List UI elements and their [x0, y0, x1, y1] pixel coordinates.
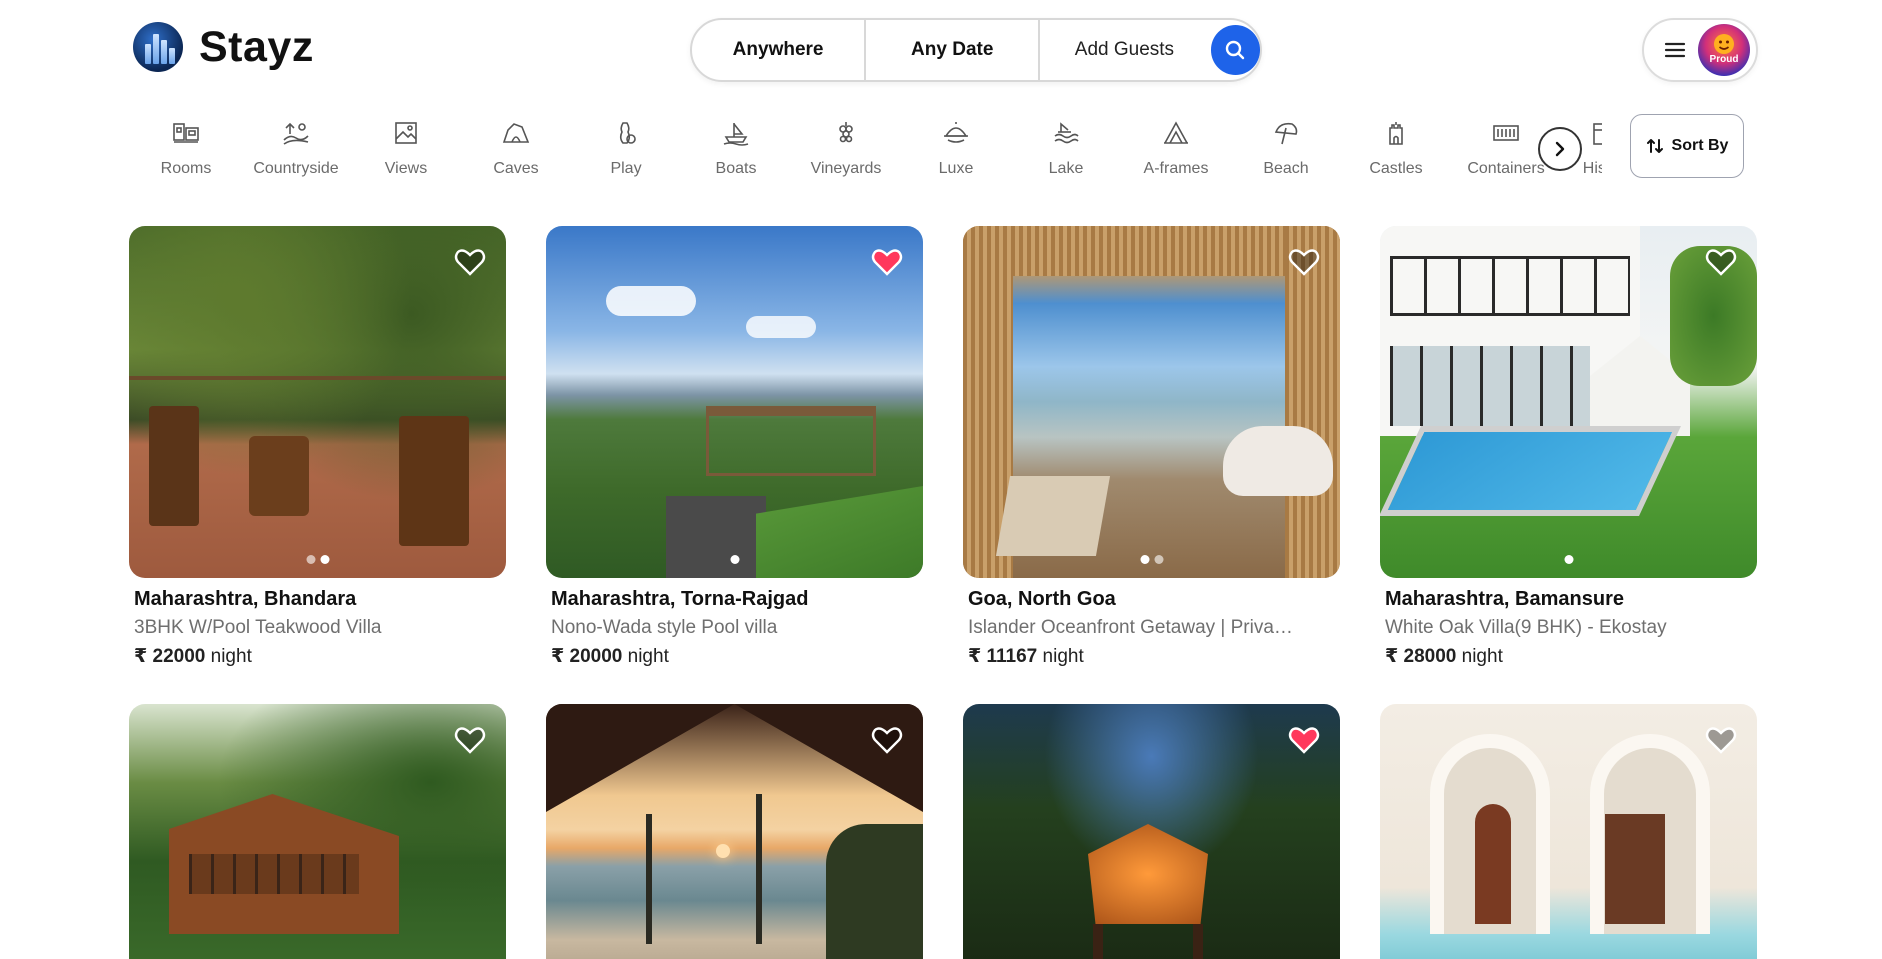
chevron-right-icon — [1555, 141, 1565, 157]
favorite-heart-icon[interactable] — [871, 724, 903, 756]
photo-carousel-dots — [1140, 555, 1163, 564]
listing-photo[interactable] — [963, 226, 1340, 578]
category-bar: Rooms Countryside Views Caves Play Boats… — [132, 118, 1602, 188]
boats-icon — [721, 118, 751, 148]
listing-price: ₹ 11167 night — [968, 646, 1084, 667]
photo-carousel-dots — [1564, 555, 1573, 564]
category-play[interactable]: Play — [572, 118, 680, 178]
top-header: Stayz Anywhere Any Date Add Guests Proud — [0, 0, 1882, 100]
listing-price: ₹ 22000 night — [134, 646, 252, 667]
listing-card[interactable]: Goa, North Goa Islander Oceanfront Getaw… — [963, 226, 1340, 668]
views-icon — [391, 118, 421, 148]
category-a-frames[interactable]: A-frames — [1122, 118, 1230, 178]
a-frames-icon — [1161, 118, 1191, 148]
category-countryside[interactable]: Countryside — [242, 118, 350, 178]
listing-photo[interactable] — [963, 704, 1340, 959]
beach-umbrella-icon — [1271, 118, 1301, 148]
guests-filter[interactable]: Add Guests — [1040, 20, 1208, 80]
countryside-icon — [281, 118, 311, 148]
date-filter[interactable]: Any Date — [866, 20, 1041, 80]
listing-price: ₹ 20000 night — [551, 646, 669, 667]
rooms-icon — [171, 118, 201, 148]
listing-subtitle: 3BHK W/Pool Teakwood Villa — [134, 617, 382, 638]
favorite-heart-icon[interactable] — [1288, 246, 1320, 278]
category-luxe[interactable]: Luxe — [902, 118, 1010, 178]
listing-card[interactable]: Maharashtra, Torna-Rajgad Nono-Wada styl… — [546, 226, 923, 668]
listing-photo[interactable] — [1380, 226, 1757, 578]
sort-by-label: Sort By — [1671, 137, 1729, 154]
listing-card[interactable] — [129, 704, 506, 959]
sort-by-button[interactable]: Sort By — [1630, 114, 1744, 178]
listing-subtitle: Nono-Wada style Pool villa — [551, 617, 778, 638]
historic-icon — [1586, 118, 1602, 148]
sort-arrows-icon — [1646, 139, 1663, 153]
listing-photo[interactable] — [1380, 704, 1757, 959]
favorite-heart-icon[interactable] — [454, 246, 486, 278]
listing-subtitle: White Oak Villa(9 BHK) - Ekostay — [1385, 617, 1667, 638]
brand-name: Stayz — [199, 22, 314, 71]
listing-card[interactable] — [546, 704, 923, 959]
favorite-heart-icon[interactable] — [454, 724, 486, 756]
listing-title: Goa, North Goa — [968, 588, 1116, 610]
search-bar: Anywhere Any Date Add Guests — [690, 18, 1262, 82]
listing-title: Maharashtra, Bhandara — [134, 588, 357, 610]
listing-title: Maharashtra, Bamansure — [1385, 588, 1624, 610]
caves-icon — [501, 118, 531, 148]
listing-photo[interactable] — [129, 226, 506, 578]
category-caves[interactable]: Caves — [462, 118, 570, 178]
category-views[interactable]: Views — [352, 118, 460, 178]
play-icon — [611, 118, 641, 148]
vineyards-icon — [831, 118, 861, 148]
avatar-face-icon — [1714, 34, 1734, 54]
brand-logo[interactable]: Stayz — [133, 22, 314, 72]
search-button[interactable] — [1210, 25, 1260, 75]
user-menu-button[interactable]: Proud — [1642, 18, 1758, 82]
favorite-heart-icon[interactable] — [1705, 724, 1737, 756]
lake-icon — [1051, 118, 1081, 148]
location-filter[interactable]: Anywhere — [692, 20, 867, 80]
category-boats[interactable]: Boats — [682, 118, 790, 178]
category-scroll-next-button[interactable] — [1538, 127, 1582, 171]
category-lake[interactable]: Lake — [1012, 118, 1120, 178]
luxe-icon — [941, 118, 971, 148]
listing-title: Maharashtra, Torna-Rajgad — [551, 588, 809, 610]
category-castles[interactable]: Castles — [1342, 118, 1450, 178]
containers-icon — [1491, 118, 1521, 148]
castles-icon — [1381, 118, 1411, 148]
favorite-heart-icon[interactable] — [871, 246, 903, 278]
search-icon — [1226, 40, 1245, 60]
listing-price: ₹ 28000 night — [1385, 646, 1503, 667]
listing-photo[interactable] — [129, 704, 506, 959]
photo-carousel-dots — [306, 555, 329, 564]
favorite-heart-icon[interactable] — [1705, 246, 1737, 278]
avatar-label: Proud — [1709, 54, 1739, 65]
category-beach[interactable]: Beach — [1232, 118, 1340, 178]
listing-photo[interactable] — [546, 226, 923, 578]
favorite-heart-icon[interactable] — [1288, 724, 1320, 756]
hamburger-menu-icon — [1664, 42, 1686, 58]
category-vineyards[interactable]: Vineyards — [792, 118, 900, 178]
photo-carousel-dots — [730, 555, 739, 564]
listing-card[interactable] — [1380, 704, 1757, 959]
listing-card[interactable]: Maharashtra, Bamansure White Oak Villa(9… — [1380, 226, 1757, 668]
listing-photo[interactable] — [546, 704, 923, 959]
category-rooms[interactable]: Rooms — [132, 118, 240, 178]
listing-card[interactable]: Maharashtra, Bhandara 3BHK W/Pool Teakwo… — [129, 226, 506, 668]
listing-subtitle: Islander Oceanfront Getaway | Privat... — [968, 617, 1293, 638]
avatar: Proud — [1698, 24, 1750, 76]
logo-building-icon — [133, 22, 183, 72]
listing-card[interactable] — [963, 704, 1340, 959]
